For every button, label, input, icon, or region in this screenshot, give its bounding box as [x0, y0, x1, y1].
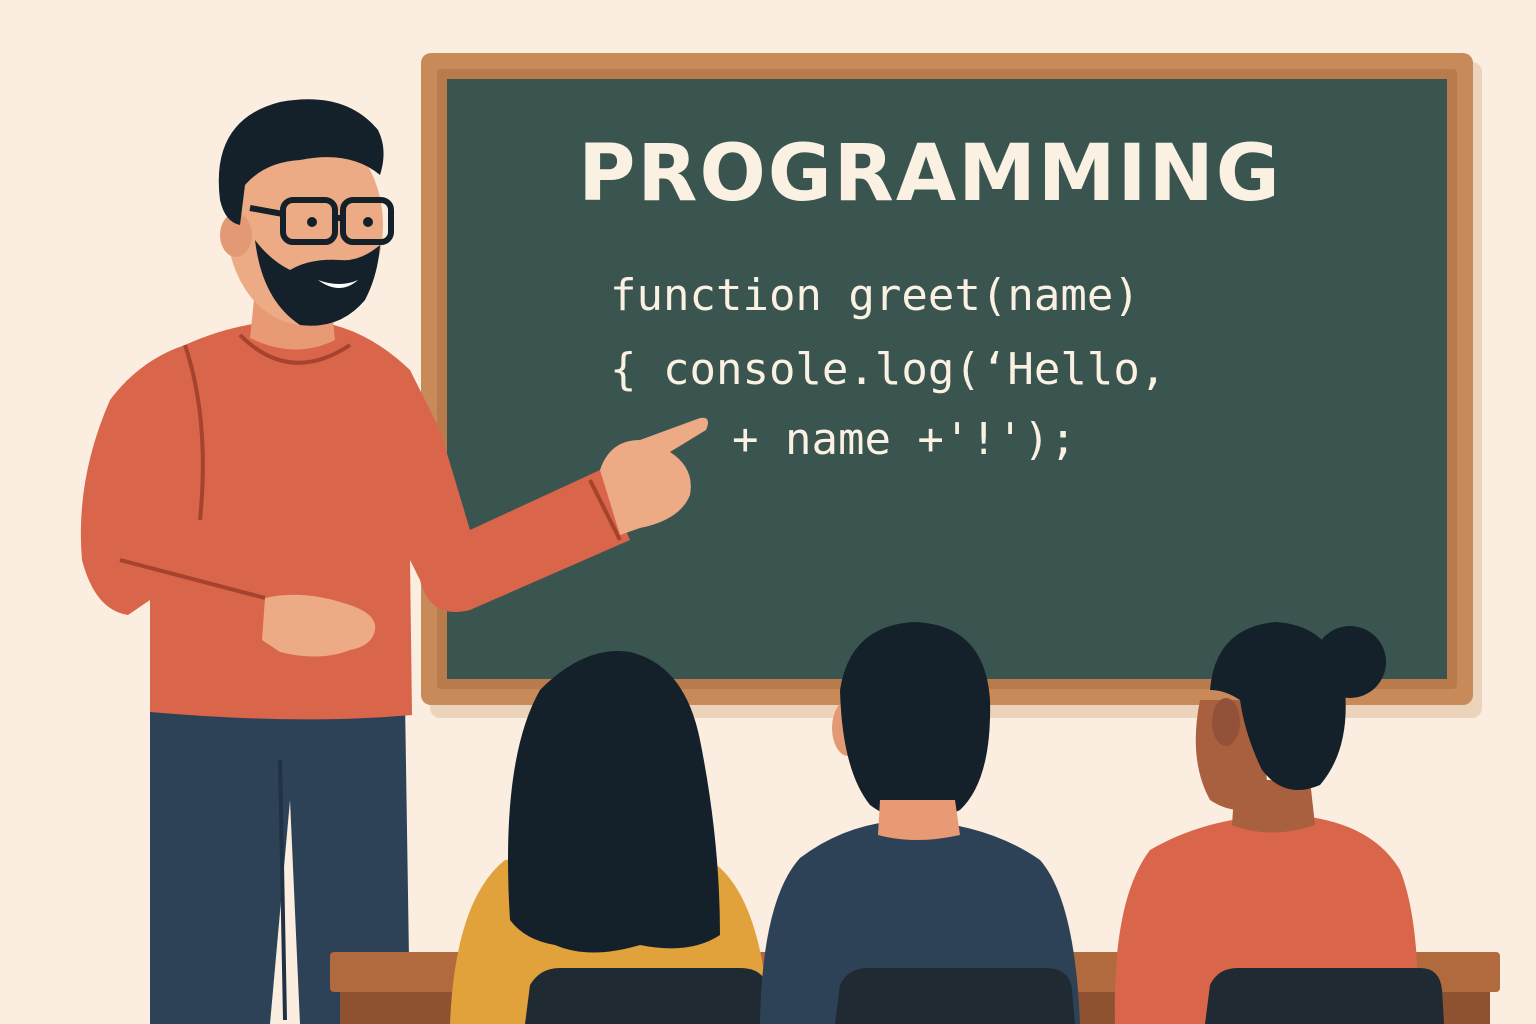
student-right-ear — [1212, 698, 1240, 746]
student-right-chair — [1205, 968, 1444, 1024]
code-line-2: { console.log(‘Hello, — [610, 344, 1166, 395]
student-middle-neck — [878, 800, 960, 840]
code-line-1: function greet(name) — [610, 270, 1140, 321]
teacher-eye-right — [363, 217, 373, 227]
student-middle-head — [840, 622, 991, 822]
teacher-eye-left — [307, 217, 317, 227]
chalkboard-title: PROGRAMMING — [578, 129, 1282, 219]
student-right-bun — [1314, 626, 1386, 698]
chalkboard: PROGRAMMING function greet(name) { conso… — [421, 53, 1482, 718]
student-middle-chair — [835, 968, 1075, 1024]
student-left-chair — [525, 968, 770, 1024]
classroom-scene: PROGRAMMING function greet(name) { conso… — [80, 53, 1500, 1024]
code-line-3: + name +'!'); — [732, 414, 1076, 465]
